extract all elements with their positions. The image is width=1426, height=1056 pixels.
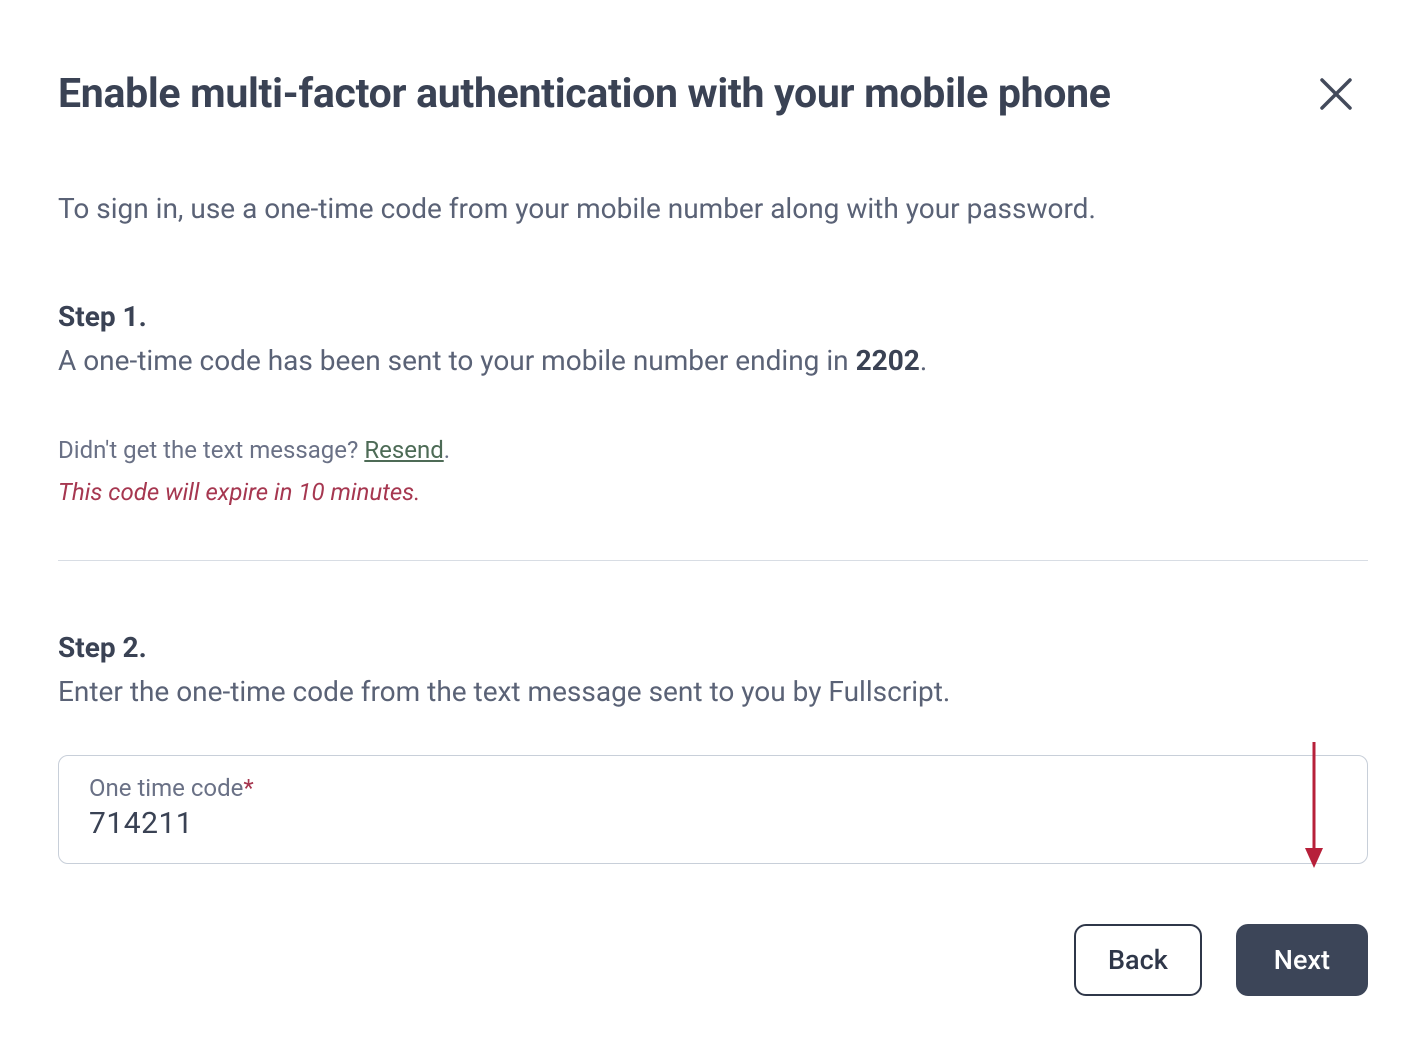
- back-button[interactable]: Back: [1074, 924, 1202, 996]
- code-input-wrap[interactable]: One time code*: [58, 755, 1368, 864]
- step1-detail-pre: A one-time code has been sent to your mo…: [58, 344, 856, 377]
- step1-detail: A one-time code has been sent to your mo…: [58, 341, 1368, 380]
- resend-line: Didn't get the text message? Resend.: [58, 436, 1368, 464]
- code-input-label: One time code*: [89, 774, 1337, 802]
- close-icon: [1316, 74, 1356, 114]
- expire-note: This code will expire in 10 minutes.: [58, 478, 1368, 506]
- step2-detail: Enter the one-time code from the text me…: [58, 672, 1368, 711]
- next-button[interactable]: Next: [1236, 924, 1368, 996]
- code-label-text: One time code: [89, 774, 243, 802]
- resend-link[interactable]: Resend: [364, 436, 443, 464]
- step1-number-last4: 2202: [856, 344, 920, 377]
- page-title: Enable multi-factor authentication with …: [58, 70, 1111, 118]
- close-button[interactable]: [1316, 74, 1356, 114]
- arrow-annotation-icon: [1302, 742, 1326, 872]
- step1-heading: Step 1.: [58, 300, 1368, 333]
- step1-detail-post: .: [920, 344, 927, 377]
- subtitle-text: To sign in, use a one-time code from you…: [58, 190, 1368, 228]
- step2-heading: Step 2.: [58, 631, 1368, 664]
- resend-post: .: [444, 436, 450, 464]
- code-input[interactable]: [89, 806, 1337, 841]
- required-asterisk: *: [243, 774, 253, 802]
- divider: [58, 560, 1368, 561]
- resend-pre: Didn't get the text message?: [58, 436, 364, 464]
